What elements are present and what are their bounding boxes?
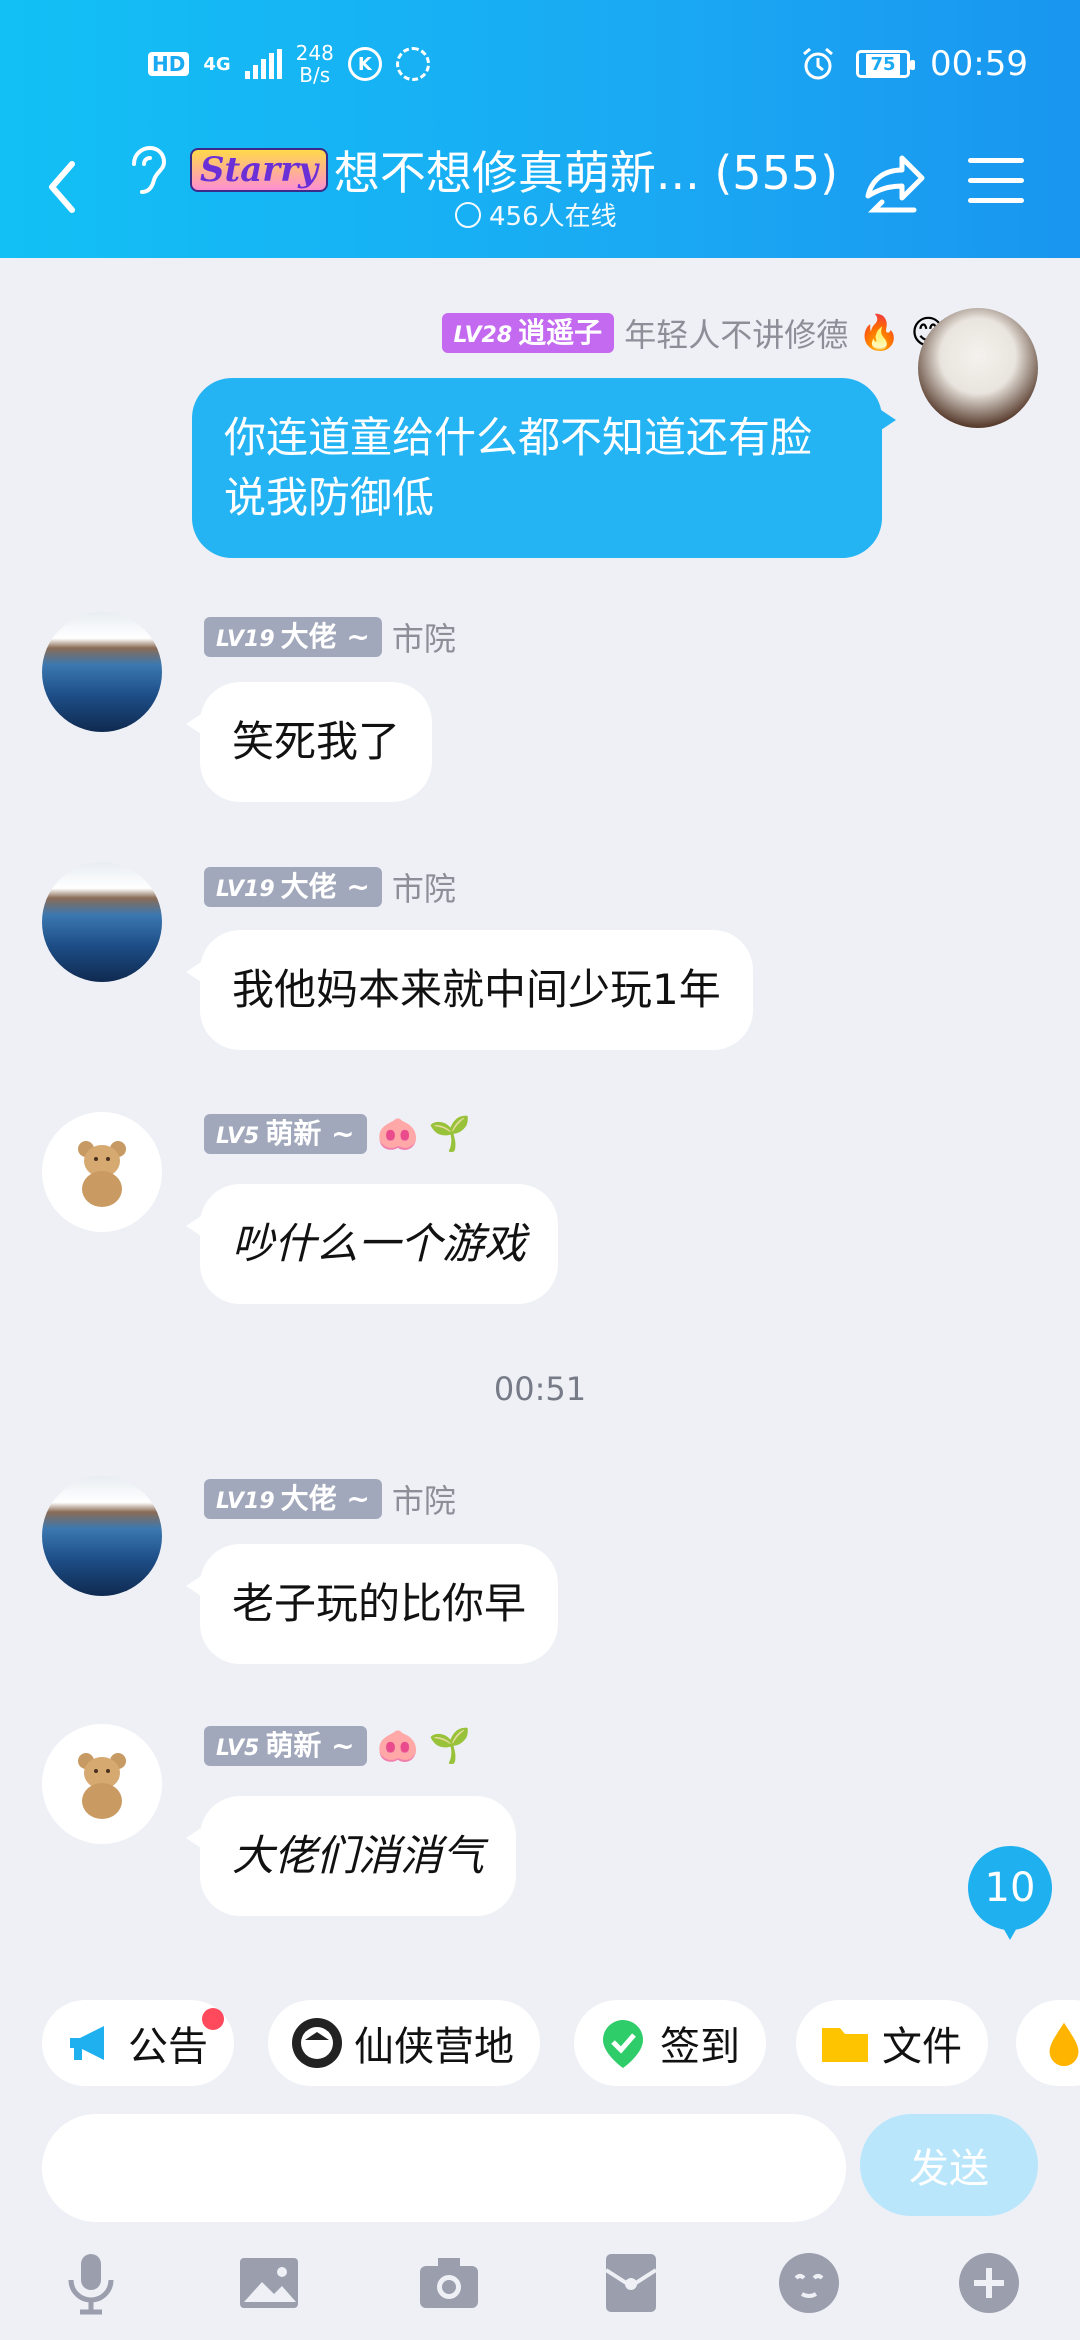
microphone-icon[interactable] xyxy=(58,2250,124,2316)
avatar[interactable] xyxy=(918,308,1038,428)
nav-bar: Starry 想不想修真萌新... (555) 456人在线 xyxy=(0,130,1080,258)
more-chip[interactable] xyxy=(1016,2000,1080,2086)
timestamp: 00:51 xyxy=(493,1370,587,1408)
megaphone-icon xyxy=(70,2026,104,2060)
back-icon[interactable] xyxy=(38,152,88,222)
message-meta: LV5 萌新 ~ 🐽 🌱 xyxy=(204,1726,471,1766)
unread-count-badge[interactable]: 10 xyxy=(968,1846,1052,1940)
message-meta: LV5 萌新 ~ 🐽 🌱 xyxy=(204,1114,471,1154)
sync-icon xyxy=(395,47,430,81)
chip-label: 文件 xyxy=(882,2024,962,2070)
emoji-icon[interactable] xyxy=(776,2250,842,2316)
red-packet-icon[interactable] xyxy=(598,2250,664,2316)
user-level-tag: LV5 萌新 ~ xyxy=(204,1726,367,1766)
message-input[interactable] xyxy=(42,2114,846,2222)
user-level-tag: LV19 大佬 ~ xyxy=(204,1479,382,1519)
speed-value: 248 xyxy=(295,41,334,65)
menu-icon[interactable] xyxy=(968,158,1024,208)
message-bubble[interactable]: 我他妈本来就中间少玩1年 xyxy=(186,930,753,1050)
status-bar: HD 4G 248 B/s K 75 00:59 xyxy=(0,0,1080,130)
pig-icon: 🐽 xyxy=(376,1114,419,1154)
online-text: 456人在线 xyxy=(489,202,617,232)
chip-label: 公告 xyxy=(128,2024,208,2070)
bear-icon xyxy=(78,1141,126,1207)
user-remark: 年轻人不讲修德 xyxy=(624,316,849,354)
camera-icon[interactable] xyxy=(416,2250,482,2316)
quick-actions-bar: 公告 仙侠营地 签到 文件 xyxy=(0,2000,1080,2090)
camp-logo-icon xyxy=(292,2018,342,2068)
message-bubble[interactable]: 老子玩的比你早 xyxy=(185,1544,559,1664)
message-bubble[interactable]: 吵什么一个游戏 xyxy=(185,1184,559,1304)
hd-indicator: HD xyxy=(148,52,190,76)
network-speed: 248 B/s xyxy=(296,42,334,86)
network-type: 4G xyxy=(203,53,231,75)
page-title: 想不想修真萌新... (555) xyxy=(333,146,839,200)
avatar[interactable] xyxy=(42,1724,162,1844)
sprout-icon: 🌱 xyxy=(428,1114,472,1154)
online-count[interactable]: 456人在线 xyxy=(455,196,617,233)
share-icon[interactable] xyxy=(858,150,930,222)
message-meta: LV19 大佬 ~ 市院 xyxy=(204,614,456,660)
chip-label: 签到 xyxy=(660,2024,740,2070)
user-level-tag: LV28 逍遥子 xyxy=(441,313,615,353)
message-meta: LV19 大佬 ~ 市院 xyxy=(204,1476,456,1522)
composer: 发送 xyxy=(0,2114,1080,2222)
user-remark: 市院 xyxy=(391,620,456,658)
checkin-chip[interactable]: 签到 xyxy=(574,2000,766,2086)
avatar[interactable] xyxy=(42,1112,162,1232)
signal-icon xyxy=(244,49,282,79)
announcement-chip[interactable]: 公告 xyxy=(42,2000,234,2086)
user-remark: 市院 xyxy=(391,1482,456,1520)
sprout-icon: 🌱 xyxy=(428,1726,472,1766)
folder-icon xyxy=(822,2028,868,2062)
xianxia-camp-chip[interactable]: 仙侠营地 xyxy=(268,2000,540,2086)
send-button[interactable]: 发送 xyxy=(860,2114,1038,2216)
plus-icon[interactable] xyxy=(956,2250,1022,2316)
user-level-tag: LV19 大佬 ~ xyxy=(204,617,382,657)
group-badge: Starry xyxy=(190,148,328,192)
files-chip[interactable]: 文件 xyxy=(796,2000,988,2086)
speed-unit: B/s xyxy=(299,63,331,87)
message-meta: LV19 大佬 ~ 市院 xyxy=(204,864,456,910)
checkin-icon xyxy=(603,2020,643,2068)
chat-header: HD 4G 248 B/s K 75 00:59 Starry 想不想修真萌新..… xyxy=(0,0,1080,258)
avatar[interactable] xyxy=(42,612,162,732)
image-icon[interactable] xyxy=(236,2250,302,2316)
k-icon: K xyxy=(347,47,382,81)
message-bubble[interactable]: 你连道童给什么都不知道还有脸说我防御低 xyxy=(192,378,896,558)
composer-toolbar xyxy=(0,2230,1080,2340)
user-level-tag: LV19 大佬 ~ xyxy=(204,867,382,907)
pig-icon: 🐽 xyxy=(376,1726,419,1766)
chip-label: 仙侠营地 xyxy=(354,2024,514,2070)
battery-icon: 75 xyxy=(856,50,916,78)
user-remark: 市院 xyxy=(391,870,456,908)
clock: 00:59 xyxy=(930,44,1028,84)
alarm-icon xyxy=(803,47,833,80)
avatar[interactable] xyxy=(42,862,162,982)
message-bubble[interactable]: 笑死我了 xyxy=(185,682,433,802)
fire-icon: 🔥 xyxy=(858,313,901,353)
ear-icon[interactable] xyxy=(122,140,168,200)
drop-icon xyxy=(1049,2022,1079,2067)
battery-level: 75 xyxy=(866,53,900,75)
user-level-tag: LV5 萌新 ~ xyxy=(204,1114,367,1154)
avatar[interactable] xyxy=(42,1476,162,1596)
bear-icon xyxy=(78,1753,126,1819)
message-meta: LV28逍遥子 年轻人不讲修德 🔥 😊 xyxy=(441,310,946,356)
check-circle-icon xyxy=(455,201,481,228)
notification-dot xyxy=(202,2008,224,2030)
message-bubble[interactable]: 大佬们消消气 xyxy=(185,1796,517,1916)
